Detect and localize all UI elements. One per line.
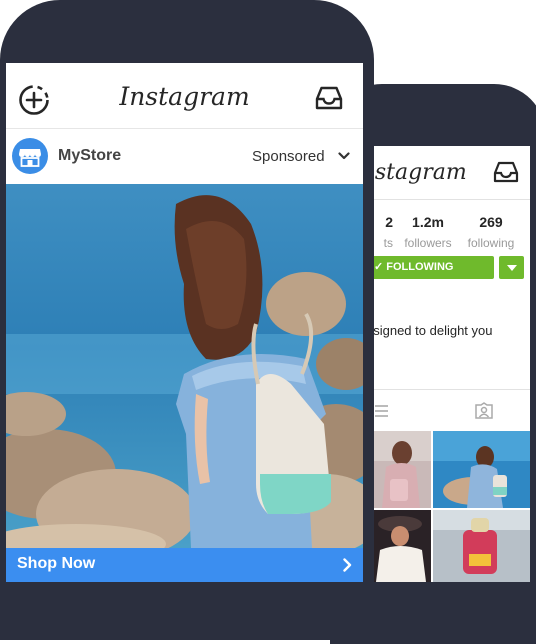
profile-screen: Instagram 2 ts 1.2m followers 269 follow… — [366, 146, 530, 582]
grid-thumbnail[interactable] — [370, 510, 431, 582]
grid-thumbnail[interactable] — [433, 431, 530, 508]
post-header: MyStore Sponsored — [6, 129, 363, 185]
stat-value: 1.2m — [412, 214, 444, 230]
shop-now-button[interactable]: Shop Now — [6, 548, 363, 582]
follow-options-button[interactable] — [499, 256, 524, 279]
storefront-icon — [19, 149, 41, 167]
following-button[interactable]: ✓ FOLLOWING — [366, 256, 494, 279]
stat-following[interactable]: 269 following — [461, 214, 521, 250]
stat-value: 269 — [479, 214, 503, 230]
feed-header: Instagram — [6, 63, 363, 129]
feed-screen: Instagram MyStore Sponsored Shop Now — [6, 63, 363, 582]
sponsored-post-image[interactable] — [6, 184, 363, 548]
sponsored-label: Sponsored — [252, 148, 325, 165]
app-logo: Instagram — [366, 160, 467, 185]
grid-thumbnail[interactable] — [433, 510, 530, 582]
app-logo: Instagram — [119, 82, 250, 111]
store-avatar[interactable] — [12, 138, 48, 174]
store-name[interactable]: MyStore — [58, 147, 121, 165]
shop-now-label: Shop Now — [17, 555, 96, 572]
stat-label: followers — [404, 236, 452, 250]
profile-header: Instagram — [366, 146, 530, 200]
grid-thumbnail[interactable] — [370, 431, 431, 508]
stat-label: following — [467, 236, 515, 250]
stat-followers[interactable]: 1.2m followers — [398, 214, 458, 250]
tagged-photos-icon[interactable] — [475, 402, 493, 419]
profile-bio: esigned to delight you — [366, 323, 493, 338]
chevron-down-icon[interactable] — [338, 151, 350, 161]
chevron-right-icon — [343, 558, 352, 572]
tab-divider — [366, 389, 530, 390]
inbox-icon[interactable] — [315, 86, 343, 110]
inbox-icon[interactable] — [493, 161, 519, 183]
